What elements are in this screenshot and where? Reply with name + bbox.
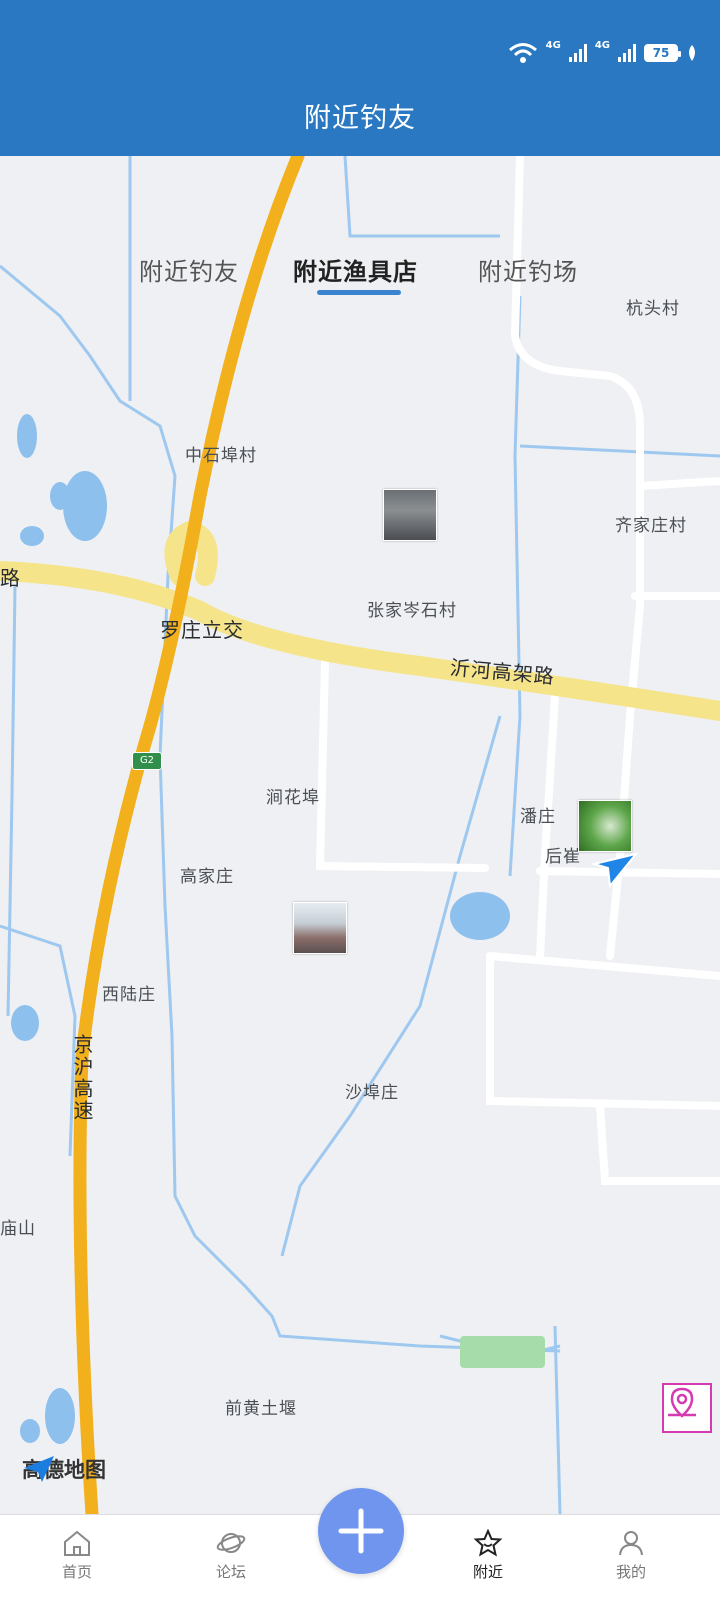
planet-icon [216,1533,246,1553]
map-label: 杭头村 [626,299,680,319]
battery-icon: 75 [644,44,681,62]
map-label: 罗庄立交 [160,618,244,642]
tab-nearby-fishing-spots[interactable]: 附近钓场 [478,252,578,287]
category-tabs: 附近钓友 附近渔具店 附近钓场 [0,252,720,312]
nav-forum-label: 论坛 [215,1563,246,1581]
nav-nearby[interactable]: 附近 [448,1529,528,1582]
star-icon [473,1529,503,1557]
current-location-icon [592,852,638,888]
amap-arrow-icon [24,1456,54,1482]
map-label: 庙山 [0,1219,36,1239]
status-bar: 4G 4G 75 [508,38,698,68]
map-label: 西陆庄 [102,985,156,1005]
network-type-1: 4G [545,39,561,51]
map-label: 前黄土堰 [225,1399,297,1419]
home-icon [64,1530,90,1556]
shop-marker[interactable] [383,489,437,541]
nav-forum[interactable]: 论坛 [191,1529,271,1582]
nav-home[interactable]: 首页 [37,1529,117,1582]
map-label: 涧花埠 [266,788,320,808]
user-icon [619,1531,643,1556]
location-pin-icon [668,1387,696,1418]
plus-icon [338,1508,384,1554]
signal-icon [568,44,587,62]
map-label: 京沪高速 [70,1034,94,1122]
map-view[interactable]: 附近钓友 附近渔具店 附近钓场 杭头村 中石埠村 齐家庄村 路 张家岑石村 罗庄… [0,156,720,1514]
page-title: 附近钓友 [304,103,416,134]
nav-home-label: 首页 [61,1563,92,1581]
map-label: 张家岑石村 [367,601,457,621]
nav-mine-label: 我的 [615,1563,646,1581]
nav-nearby-label: 附近 [472,1563,503,1581]
map-label: 高家庄 [180,867,234,887]
highway-shield: G2 [132,752,162,770]
add-post-button[interactable] [318,1488,404,1574]
map-label: 潘庄 [520,807,556,827]
map-label: 后崔 [545,847,581,867]
shop-marker[interactable] [293,902,347,954]
wifi-icon [508,43,537,63]
nav-mine[interactable]: 我的 [591,1529,671,1582]
tab-nearby-anglers[interactable]: 附近钓友 [139,252,239,287]
network-type-2: 4G [594,39,610,51]
map-label: 齐家庄村 [615,516,687,536]
active-tab-indicator [317,290,401,295]
battery-level: 75 [652,46,670,60]
map-label: 沙埠庄 [345,1083,399,1103]
map-label: 中石埠村 [185,446,257,466]
tab-nearby-tackle-shops[interactable]: 附近渔具店 [293,252,418,287]
leaf-icon [689,45,695,61]
map-label: 路 [0,566,21,590]
signal-icon-2 [618,44,636,62]
location-pin-button[interactable] [662,1383,712,1433]
map-provider-logo: 高德地图 [22,1454,106,1484]
app-header: 4G 4G 75 附近钓友 [0,0,720,156]
